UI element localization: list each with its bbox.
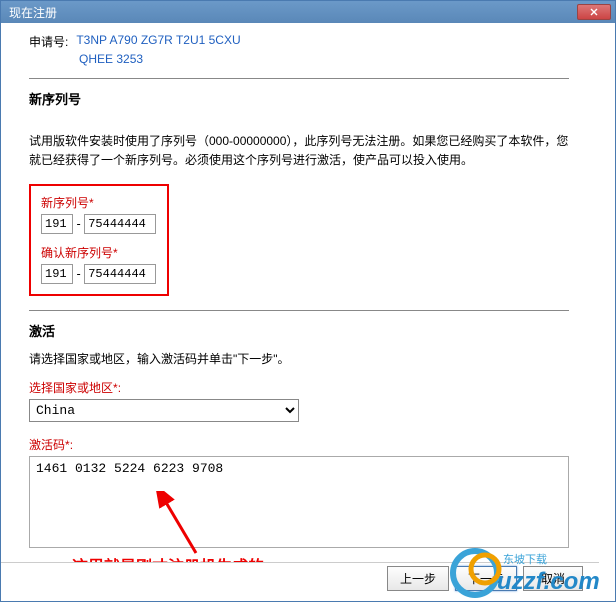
next-button[interactable]: 下一步 bbox=[455, 566, 517, 591]
dash: - bbox=[75, 267, 82, 281]
close-button[interactable] bbox=[577, 4, 611, 20]
country-label: 选择国家或地区*: bbox=[29, 379, 603, 396]
close-icon bbox=[590, 8, 598, 16]
serial-2a-input[interactable] bbox=[41, 264, 73, 284]
button-bar: 上一步 下一步 取消 bbox=[1, 562, 599, 594]
serial-2b-input[interactable] bbox=[84, 264, 156, 284]
activation-code-input[interactable]: 1461 0132 5224 6223 9708 bbox=[29, 456, 569, 548]
new-serial-title: 新序列号 bbox=[29, 89, 603, 108]
separator bbox=[29, 310, 569, 311]
request-code-1: T3NP A790 ZG7R T2U1 5CXU bbox=[76, 33, 240, 50]
dialog-window: 现在注册 申请号: T3NP A790 ZG7R T2U1 5CXU QHEE … bbox=[0, 0, 616, 602]
request-row: 申请号: T3NP A790 ZG7R T2U1 5CXU bbox=[29, 33, 603, 50]
titlebar: 现在注册 bbox=[1, 1, 615, 23]
request-label: 申请号: bbox=[29, 33, 68, 50]
serial-highlight-box: 新序列号* - 确认新序列号* - bbox=[29, 184, 169, 296]
new-serial-desc: 试用版软件安装时使用了序列号（000-00000000），此序列号无法注册。如果… bbox=[29, 132, 569, 170]
serial-1a-input[interactable] bbox=[41, 214, 73, 234]
separator bbox=[29, 78, 569, 79]
request-code-2: QHEE 3253 bbox=[79, 52, 603, 66]
activate-desc: 请选择国家或地区，输入激活码并单击"下一步"。 bbox=[29, 350, 603, 367]
window-title: 现在注册 bbox=[9, 4, 57, 21]
country-select[interactable]: China bbox=[29, 399, 299, 422]
content-area: 申请号: T3NP A790 ZG7R T2U1 5CXU QHEE 3253 … bbox=[1, 23, 615, 601]
cancel-button[interactable]: 取消 bbox=[523, 566, 583, 591]
prev-button[interactable]: 上一步 bbox=[387, 566, 449, 591]
serial-1b-input[interactable] bbox=[84, 214, 156, 234]
dash: - bbox=[75, 217, 82, 231]
activate-title: 激活 bbox=[29, 321, 603, 340]
activation-code-label: 激活码*: bbox=[29, 436, 603, 453]
serial-label-1: 新序列号* bbox=[41, 194, 157, 211]
serial-label-2: 确认新序列号* bbox=[41, 244, 157, 261]
